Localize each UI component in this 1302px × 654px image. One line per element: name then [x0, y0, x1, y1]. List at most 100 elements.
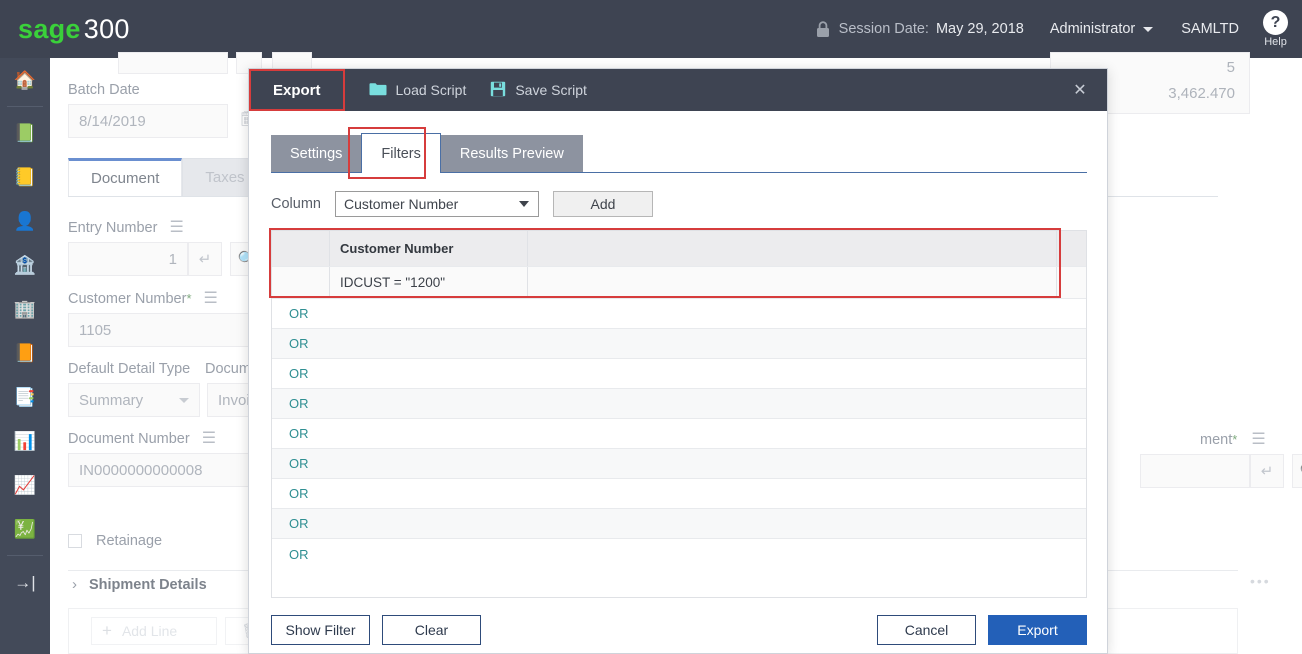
table-row[interactable]: OR [272, 449, 1086, 479]
or-operator[interactable]: OR [272, 299, 330, 328]
clipped-input-a[interactable] [118, 52, 228, 74]
sidebar-item-accounts-payable[interactable]: 📗 [0, 111, 50, 155]
sidebar-item-home[interactable]: 🏠 [0, 58, 50, 102]
tab-filters-label: Filters [381, 145, 421, 162]
session-date-value: May 29, 2018 [935, 21, 1024, 37]
default-detail-type-select[interactable]: Summary [68, 383, 200, 417]
or-row-body[interactable] [330, 389, 1086, 418]
show-filter-button[interactable]: Show Filter [271, 615, 370, 645]
entry-number-input[interactable]: 1 [68, 242, 188, 276]
chevron-right-icon: › [72, 576, 77, 593]
retainage-row[interactable]: Retainage [68, 533, 162, 549]
column-selector-row: Column Customer Number Add [271, 191, 653, 217]
or-operator[interactable]: OR [272, 449, 330, 478]
document-number-input[interactable]: IN0000000000008 [68, 453, 278, 487]
sidebar-item-inventory-control[interactable]: 📑 [0, 375, 50, 419]
export-button[interactable]: Export [988, 615, 1087, 645]
retainage-checkbox[interactable] [68, 534, 82, 548]
batch-date-input[interactable]: 8/14/2019 [68, 104, 228, 138]
customer-number-input[interactable]: 1105 [68, 313, 268, 347]
or-row-body[interactable] [330, 509, 1086, 538]
condition-expression-cell[interactable]: IDCUST = "1200" [330, 267, 528, 298]
table-row[interactable]: OR [272, 389, 1086, 419]
search-icon-2[interactable]: 🔍 [1292, 454, 1302, 488]
required-marker-2: * [1232, 432, 1238, 447]
dialog-title-bar: Export Load Script Save Script ✕ [249, 69, 1107, 111]
cancel-button[interactable]: Cancel [877, 615, 976, 645]
chevron-down-icon-3 [518, 201, 529, 207]
tab-results-preview-label: Results Preview [459, 146, 564, 162]
sidebar-item-accounts-receivable[interactable]: 📒 [0, 155, 50, 199]
cancel-label: Cancel [904, 622, 949, 638]
sidebar-item-common-services[interactable]: 🏢 [0, 287, 50, 331]
right-field-input[interactable] [1140, 454, 1250, 488]
right-field-row: ↵ 🔍 [1140, 454, 1302, 488]
tab-results-preview[interactable]: Results Preview [440, 135, 583, 173]
or-row-body[interactable] [330, 419, 1086, 448]
sidebar-item-administrative-services[interactable]: 👤 [0, 199, 50, 243]
sidebar-item-bank-services[interactable]: 🏦 [0, 243, 50, 287]
enter-arrow-icon-2[interactable]: ↵ [1250, 454, 1284, 488]
or-operator[interactable]: OR [272, 479, 330, 508]
hamburger-icon-3[interactable]: ☰ [202, 431, 216, 447]
administrative-services-icon: 👤 [13, 211, 37, 231]
load-script-button[interactable]: Load Script [369, 69, 466, 111]
add-line-button[interactable]: + Add Line [91, 617, 217, 645]
table-row[interactable]: OR [272, 329, 1086, 359]
table-row[interactable]: OR [272, 359, 1086, 389]
folder-icon [369, 82, 387, 99]
sidebar-collapse-toggle[interactable]: →| [0, 560, 50, 604]
help-icon: ? [1263, 10, 1288, 35]
column-select-value: Customer Number [343, 196, 459, 212]
user-menu[interactable]: Administrator [1050, 21, 1154, 37]
hamburger-icon-2[interactable]: ☰ [204, 291, 218, 307]
shipment-details-section[interactable]: › Shipment Details [72, 576, 207, 593]
table-row[interactable]: OR [272, 419, 1086, 449]
sidebar-item-tax-services[interactable]: 💹 [0, 507, 50, 551]
table-row[interactable]: OR [272, 539, 1086, 569]
filter-grid: Customer Number IDCUST = "1200" OR OR OR [271, 230, 1087, 598]
save-script-button[interactable]: Save Script [490, 69, 587, 111]
clear-button[interactable]: Clear [382, 615, 481, 645]
or-row-body[interactable] [330, 479, 1086, 508]
or-row-body[interactable] [330, 329, 1086, 358]
enter-arrow-icon[interactable]: ↵ [188, 242, 222, 276]
tab-document[interactable]: Document [68, 158, 183, 196]
or-row-body[interactable] [330, 299, 1086, 328]
common-services-icon: 🏢 [13, 299, 37, 319]
or-operator[interactable]: OR [272, 509, 330, 538]
help-button[interactable]: ? Help [1263, 10, 1288, 48]
add-line-label: Add Line [121, 623, 178, 639]
or-row-body[interactable] [330, 539, 1086, 569]
or-operator[interactable]: OR [272, 329, 330, 358]
or-row-body[interactable] [330, 359, 1086, 388]
sidebar-item-order-entry[interactable]: 📊 [0, 419, 50, 463]
column-select[interactable]: Customer Number [334, 191, 539, 217]
table-row-condition[interactable]: IDCUST = "1200" [272, 267, 1086, 299]
dialog-footer: Show Filter Clear Cancel Export [271, 615, 1087, 645]
or-operator[interactable]: OR [272, 359, 330, 388]
overflow-menu-icon[interactable]: ••• [1250, 573, 1271, 589]
sidebar-item-general-ledger[interactable]: 📙 [0, 331, 50, 375]
condition-end-cell [1056, 267, 1086, 298]
hamburger-icon[interactable]: ☰ [169, 220, 183, 236]
or-operator[interactable]: OR [272, 389, 330, 418]
table-row[interactable]: OR [272, 299, 1086, 329]
add-filter-button[interactable]: Add [552, 191, 653, 217]
table-row[interactable]: OR [272, 509, 1086, 539]
entry-number-label: Entry Number [68, 220, 158, 236]
nav-divider [7, 106, 43, 107]
or-operator[interactable]: OR [272, 419, 330, 448]
tab-settings-label: Settings [290, 146, 343, 162]
tab-document-label: Document [91, 170, 160, 187]
tab-filters[interactable]: Filters [361, 133, 441, 173]
tab-settings[interactable]: Settings [271, 135, 362, 173]
or-row-body[interactable] [330, 449, 1086, 478]
table-row[interactable]: OR [272, 479, 1086, 509]
close-icon[interactable]: ✕ [1067, 69, 1093, 111]
brand-logo[interactable]: sage 300 [18, 14, 130, 45]
shipment-details-label: Shipment Details [89, 576, 207, 593]
hamburger-icon-4[interactable]: ☰ [1251, 432, 1265, 448]
sidebar-item-purchase-orders[interactable]: 📈 [0, 463, 50, 507]
or-operator[interactable]: OR [272, 539, 330, 569]
